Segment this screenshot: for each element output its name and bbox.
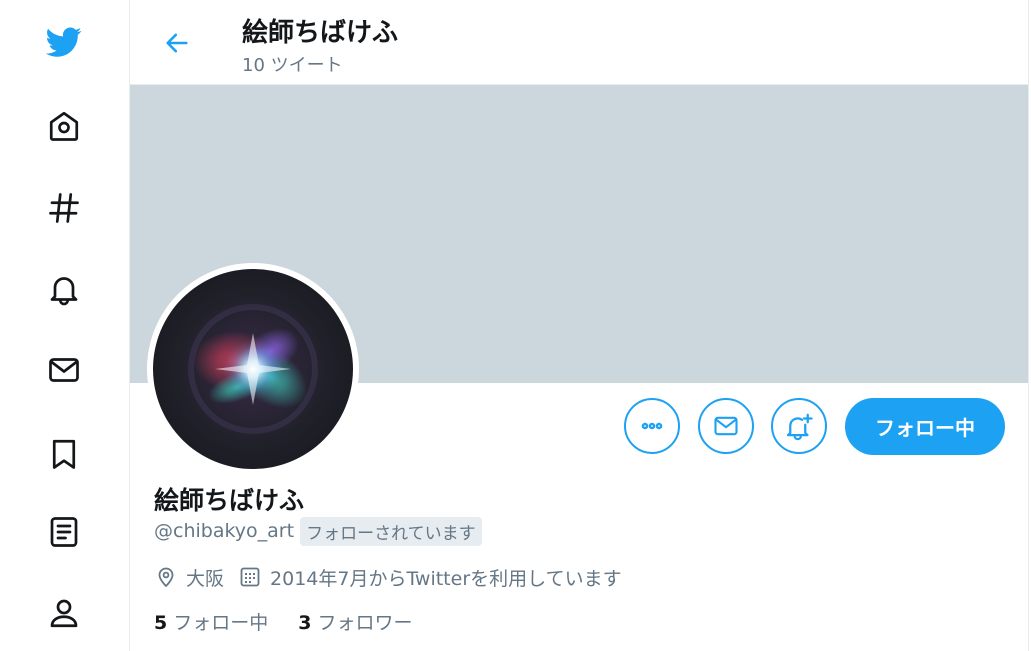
profile-header-bar: 絵師ちばけふ 10 ツイート xyxy=(130,0,1028,85)
header-title: 絵師ちばけふ xyxy=(242,18,399,48)
bell-plus-icon xyxy=(786,413,813,441)
nav-explore[interactable] xyxy=(38,182,90,234)
following-button[interactable]: フォロー中 xyxy=(845,398,1005,455)
calendar-icon xyxy=(240,567,260,587)
hashtag-icon xyxy=(49,193,79,223)
avatar[interactable] xyxy=(147,263,359,475)
profile-column: 絵師ちばけふ 10 ツイート フォロー中 絵師ちばけふ @chibakyo_ar… xyxy=(130,0,1029,651)
nav-home[interactable] xyxy=(38,100,90,152)
nav-profile[interactable] xyxy=(38,587,90,639)
message-button[interactable] xyxy=(698,398,754,454)
following-link[interactable]: 5 フォロー中 xyxy=(154,608,268,635)
bird-icon xyxy=(46,27,82,57)
bell-icon xyxy=(50,277,78,306)
tweet-count: 10 ツイート xyxy=(242,55,343,76)
profile-meta: 大阪 2014年7月からTwitterを利用しています xyxy=(154,561,622,593)
profile-joined-date: 2014年7月からTwitterを利用しています xyxy=(270,567,622,590)
list-icon xyxy=(50,517,78,547)
nav-lists[interactable] xyxy=(38,506,90,558)
more-icon xyxy=(641,422,663,430)
followers-link[interactable]: 3 フォロワー xyxy=(298,608,412,635)
following-count: 5 xyxy=(154,611,168,634)
avatar-image xyxy=(153,269,353,469)
person-icon xyxy=(50,599,78,628)
twitter-logo-button[interactable] xyxy=(38,16,90,68)
home-icon xyxy=(49,111,79,141)
profile-handle: @chibakyo_art xyxy=(154,520,295,542)
nav-bookmarks[interactable] xyxy=(38,428,90,480)
profile-display-name: 絵師ちばけふ xyxy=(154,486,305,515)
following-label: フォロー中 xyxy=(173,611,269,634)
envelope-icon xyxy=(714,416,738,436)
followers-count: 3 xyxy=(298,611,312,634)
back-button[interactable] xyxy=(158,24,196,62)
back-arrow-icon xyxy=(166,33,188,53)
nav-messages[interactable] xyxy=(38,344,90,396)
more-button[interactable] xyxy=(624,398,680,454)
bookmark-icon xyxy=(52,439,76,469)
follows-you-badge: フォローされています xyxy=(300,516,482,546)
profile-location: 大阪 xyxy=(186,567,225,590)
location-pin-icon xyxy=(158,567,174,587)
handle-row: @chibakyo_art フォローされています xyxy=(154,516,482,546)
followers-label: フォロワー xyxy=(317,611,413,634)
notify-button[interactable] xyxy=(771,398,827,454)
follow-stats: 5 フォロー中 3 フォロワー xyxy=(154,606,413,636)
envelope-icon xyxy=(49,358,79,382)
nav-notifications[interactable] xyxy=(38,263,90,315)
side-navigation xyxy=(0,0,130,651)
